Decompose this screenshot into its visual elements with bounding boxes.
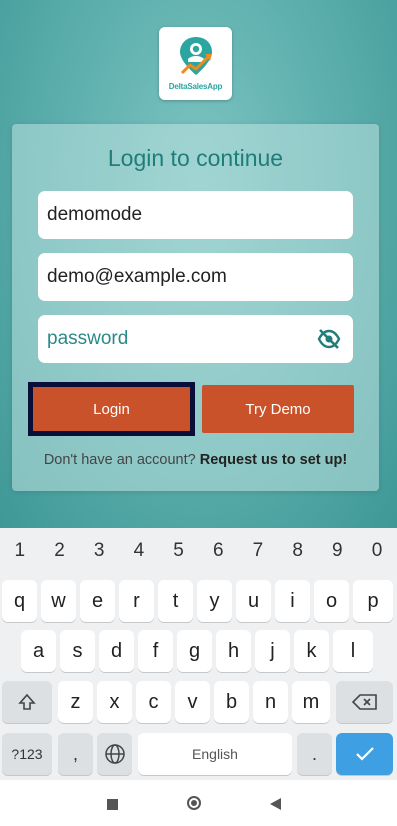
logo-text: DeltaSalesApp [168, 82, 223, 91]
key-j[interactable]: j [255, 630, 290, 672]
enter-key[interactable] [336, 733, 393, 775]
shift-icon [18, 693, 36, 710]
key-d[interactable]: d [99, 630, 134, 672]
login-button[interactable]: Login [28, 382, 195, 436]
key-9[interactable]: 9 [318, 540, 358, 562]
key-0[interactable]: 0 [357, 540, 397, 562]
logo-pin-icon [180, 37, 212, 75]
key-7[interactable]: 7 [238, 540, 278, 562]
key-m[interactable]: m [292, 681, 330, 723]
signup-text: Don't have an account? [43, 452, 196, 468]
home-icon[interactable] [187, 796, 201, 810]
key-t[interactable]: t [158, 580, 193, 622]
key-w[interactable]: w [41, 580, 76, 622]
key-s[interactable]: s [60, 630, 95, 672]
key-i[interactable]: i [275, 580, 310, 622]
check-icon [355, 747, 374, 761]
password-placeholder: password [47, 328, 129, 349]
symbols-key[interactable]: ?123 [2, 733, 52, 775]
key-f[interactable]: f [138, 630, 173, 672]
key-1[interactable]: 1 [0, 540, 40, 562]
shift-key[interactable] [2, 681, 52, 723]
number-row: 1 2 3 4 5 6 7 8 9 0 [0, 540, 397, 562]
period-key[interactable]: . [297, 733, 332, 775]
request-setup-link[interactable]: Request us to set up! [200, 452, 347, 468]
login-card: Login to continue demomode demo@example.… [12, 124, 379, 491]
key-z[interactable]: z [58, 681, 93, 723]
key-u[interactable]: u [236, 580, 271, 622]
email-field[interactable]: demo@example.com [38, 253, 353, 301]
backspace-icon [351, 694, 377, 710]
key-a[interactable]: a [21, 630, 56, 672]
key-3[interactable]: 3 [79, 540, 119, 562]
key-b[interactable]: b [214, 681, 249, 723]
comma-key[interactable]: , [58, 733, 93, 775]
space-key[interactable]: English [138, 733, 292, 775]
key-n[interactable]: n [253, 681, 288, 723]
try-demo-button[interactable]: Try Demo [202, 385, 354, 433]
key-e[interactable]: e [80, 580, 115, 622]
backspace-key[interactable] [336, 681, 393, 723]
username-field[interactable]: demomode [38, 191, 353, 239]
app-logo: DeltaSalesApp [159, 27, 232, 100]
key-c[interactable]: c [136, 681, 171, 723]
key-row-3: z x c v b n m [0, 681, 397, 724]
signup-prompt: Don't have an account? Request us to set… [12, 452, 379, 468]
key-2[interactable]: 2 [40, 540, 80, 562]
password-field[interactable]: password [38, 315, 353, 363]
key-v[interactable]: v [175, 681, 210, 723]
key-8[interactable]: 8 [278, 540, 318, 562]
key-row-4: ?123 , English . [0, 733, 397, 776]
key-4[interactable]: 4 [119, 540, 159, 562]
card-title: Login to continue [107, 145, 284, 171]
key-q[interactable]: q [2, 580, 37, 622]
key-row-1: q w e r t y u i o p [0, 580, 397, 623]
soft-keyboard: 1 2 3 4 5 6 7 8 9 0 q w e r t y u i o p … [0, 528, 397, 780]
key-5[interactable]: 5 [159, 540, 199, 562]
key-g[interactable]: g [177, 630, 212, 672]
recents-icon[interactable] [107, 799, 118, 810]
key-k[interactable]: k [294, 630, 329, 672]
hide-password-icon[interactable] [317, 328, 341, 350]
app-background: DeltaSalesApp Login to continue demomode… [0, 0, 397, 528]
key-6[interactable]: 6 [198, 540, 238, 562]
back-icon[interactable] [270, 798, 281, 810]
language-key[interactable] [97, 733, 132, 775]
key-h[interactable]: h [216, 630, 251, 672]
key-p[interactable]: p [353, 580, 393, 622]
key-o[interactable]: o [314, 580, 349, 622]
key-x[interactable]: x [97, 681, 132, 723]
globe-icon [104, 744, 125, 764]
key-r[interactable]: r [119, 580, 154, 622]
key-y[interactable]: y [197, 580, 232, 622]
key-l[interactable]: l [333, 630, 373, 672]
system-nav-bar [0, 780, 397, 826]
key-row-2: a s d f g h j k l [0, 630, 397, 673]
